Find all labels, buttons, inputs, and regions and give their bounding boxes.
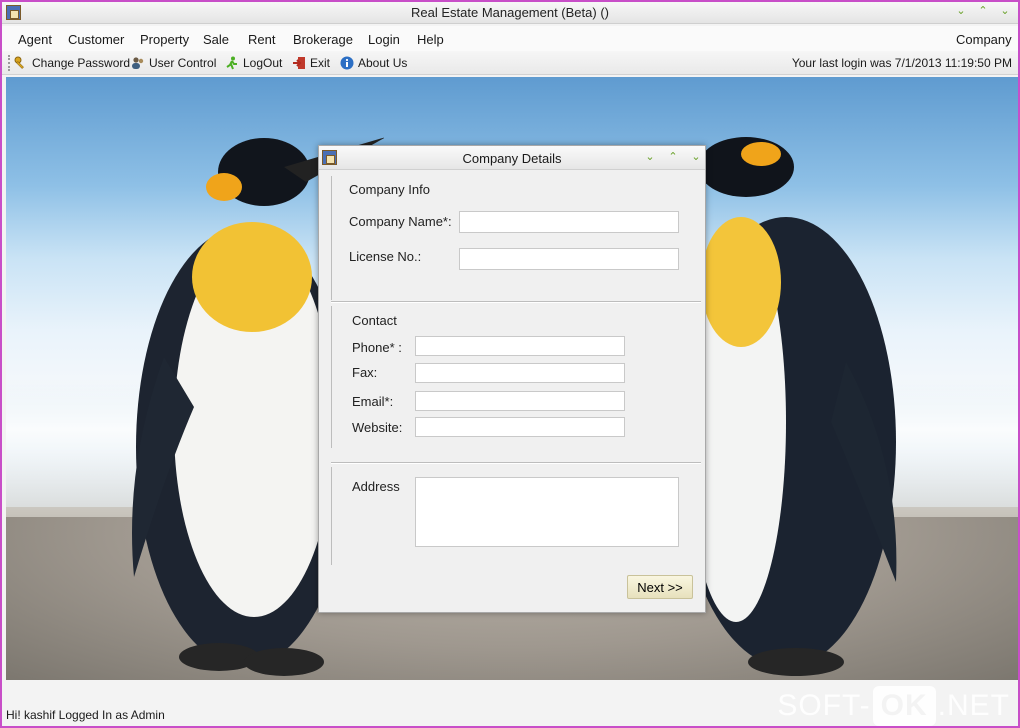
menu-rent[interactable]: Rent <box>248 32 275 47</box>
website-label: Website: <box>352 420 403 435</box>
website-field[interactable] <box>415 417 625 437</box>
user-control-button[interactable]: User Control <box>131 54 216 72</box>
menu-agent[interactable]: Agent <box>18 32 52 47</box>
window-controls: ⌄ ⌃ ⌄ <box>954 4 1012 18</box>
phone-field[interactable] <box>415 336 625 356</box>
dialog-title-bar: Company Details ⌄ ⌃ ⌄ <box>319 146 705 170</box>
menu-login[interactable]: Login <box>368 32 400 47</box>
about-us-label: About Us <box>358 56 408 70</box>
dialog-minimize-icon[interactable]: ⌄ <box>643 150 657 164</box>
status-text: Hi! kashif Logged In as Admin <box>6 708 165 722</box>
divider <box>331 301 701 303</box>
email-label: Email*: <box>352 394 394 409</box>
menu-help[interactable]: Help <box>417 32 444 47</box>
logout-button[interactable]: LogOut <box>225 54 282 72</box>
close-icon[interactable]: ⌄ <box>998 4 1012 18</box>
contact-heading: Contact <box>352 313 397 328</box>
license-label: License No.: <box>349 249 422 264</box>
logout-label: LogOut <box>243 56 283 70</box>
menu-company[interactable]: Company <box>956 32 1012 47</box>
next-button[interactable]: Next >> <box>627 575 693 599</box>
phone-label: Phone* : <box>352 340 402 355</box>
dialog-close-icon[interactable]: ⌄ <box>689 150 703 164</box>
last-login-text: Your last login was 7/1/2013 11:19:50 PM <box>791 56 1012 70</box>
watermark-soft: SOFT- <box>777 689 871 722</box>
dialog-controls: ⌄ ⌃ ⌄ <box>643 150 703 164</box>
address-label: Address <box>352 479 400 494</box>
users-icon <box>131 56 145 70</box>
email-field[interactable] <box>415 391 625 411</box>
key-icon <box>14 56 28 70</box>
dialog-maximize-icon[interactable]: ⌃ <box>666 150 680 164</box>
main-window: Real Estate Management (Beta) () ⌄ ⌃ ⌄ A… <box>0 0 1020 728</box>
change-password-button[interactable]: Change Password <box>14 54 130 72</box>
menu-customer[interactable]: Customer <box>68 32 124 47</box>
window-title: Real Estate Management (Beta) () <box>411 5 609 20</box>
company-details-dialog: Company Details ⌄ ⌃ ⌄ Company Info Compa… <box>318 145 706 613</box>
exit-label: Exit <box>310 56 331 70</box>
company-name-field[interactable] <box>459 211 679 233</box>
title-bar: Real Estate Management (Beta) () ⌄ ⌃ ⌄ <box>2 2 1018 24</box>
address-field[interactable] <box>415 477 679 547</box>
watermark-ok: OK <box>872 686 936 726</box>
run-icon <box>225 56 239 70</box>
menu-sale[interactable]: Sale <box>203 32 229 47</box>
menu-property[interactable]: Property <box>140 32 189 47</box>
fax-label: Fax: <box>352 365 378 380</box>
company-name-label: Company Name*: <box>349 214 452 229</box>
toolbar-grip[interactable] <box>8 55 11 71</box>
minimize-icon[interactable]: ⌄ <box>954 4 968 18</box>
info-icon <box>340 56 354 70</box>
exit-button[interactable]: Exit <box>292 54 330 72</box>
company-info-heading: Company Info <box>349 182 430 197</box>
about-us-button[interactable]: About Us <box>340 54 407 72</box>
maximize-icon[interactable]: ⌃ <box>976 4 990 18</box>
change-password-label: Change Password <box>32 56 131 70</box>
fax-field[interactable] <box>415 363 625 383</box>
watermark-net: .NET <box>937 689 1010 722</box>
license-field[interactable] <box>459 248 679 270</box>
watermark: SOFT- OK .NET <box>777 686 1010 726</box>
menu-bar: Agent Customer Property Sale Rent Broker… <box>2 26 1018 51</box>
exit-icon <box>292 56 306 70</box>
user-control-label: User Control <box>149 56 217 70</box>
menu-brokerage[interactable]: Brokerage <box>293 32 353 47</box>
divider <box>331 462 701 464</box>
toolbar: Change Password User Control LogOut Exit <box>2 51 1018 75</box>
